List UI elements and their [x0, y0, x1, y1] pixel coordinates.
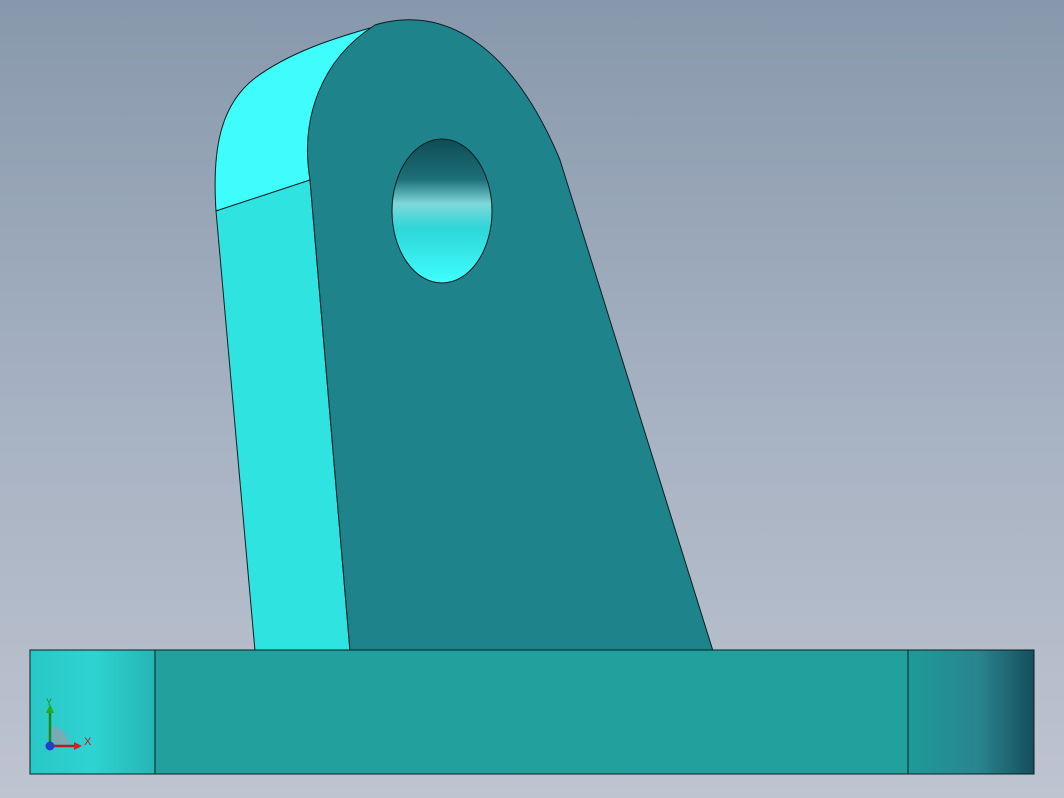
triad-x-label: X — [84, 736, 92, 748]
lug-hole[interactable] — [391, 138, 493, 284]
base-front-face[interactable] — [154, 649, 909, 775]
graphics-viewport[interactable]: X Y — [0, 0, 1064, 798]
triad-y-label: Y — [46, 697, 53, 707]
lug-front-face[interactable] — [307, 19, 714, 652]
triad-x-arrow — [74, 742, 82, 750]
triad-z-axis — [45, 741, 55, 751]
coordinate-triad: X Y — [40, 697, 96, 756]
model-scene[interactable] — [0, 0, 1064, 798]
base-right-end[interactable] — [907, 649, 1035, 775]
